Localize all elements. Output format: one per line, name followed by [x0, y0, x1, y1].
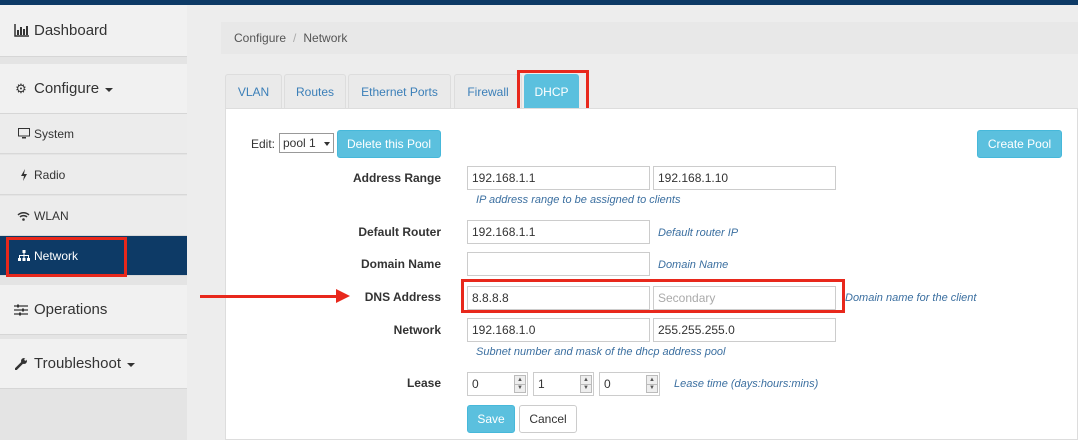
address-range-end-input[interactable]: 192.168.1.10: [653, 166, 836, 190]
bolt-icon: [17, 168, 30, 181]
create-pool-button[interactable]: Create Pool: [977, 130, 1062, 158]
dns-address-help: Domain name for the client: [845, 292, 977, 304]
domain-name-label: Domain Name: [360, 257, 441, 271]
stepper-icon[interactable]: ▲ ▼: [514, 375, 526, 393]
sidebar-label: Operations: [34, 301, 108, 318]
tab-ethernet-ports[interactable]: Ethernet Ports: [348, 74, 451, 108]
lease-label: Lease: [406, 376, 441, 390]
highlight-box-network: [6, 237, 127, 277]
network-mask-input[interactable]: 255.255.255.0: [653, 318, 836, 342]
sidebar-label: WLAN: [34, 208, 69, 223]
sidebar-label: Dashboard: [34, 22, 108, 39]
delete-pool-button[interactable]: Delete this Pool: [337, 130, 441, 158]
sidebar-label: Troubleshoot: [34, 355, 121, 372]
default-router-label: Default Router: [358, 225, 441, 239]
sliders-icon: [13, 302, 29, 318]
lease-days-input[interactable]: 0 ▲ ▼: [467, 372, 528, 396]
lease-mins-value: 0: [604, 377, 611, 391]
caret-down-icon: [105, 87, 114, 92]
stepper-icon[interactable]: ▲ ▼: [646, 375, 658, 393]
tab-firewall[interactable]: Firewall: [454, 74, 522, 108]
breadcrumb-item-configure[interactable]: Configure: [234, 31, 286, 45]
default-router-input[interactable]: 192.168.1.1: [467, 220, 650, 244]
breadcrumb: Configure / Network: [221, 22, 1078, 54]
default-router-help: Default router IP: [658, 227, 739, 239]
sidebar-label: System: [34, 126, 75, 141]
breadcrumb-item-network: Network: [303, 31, 348, 45]
address-range-start-input[interactable]: 192.168.1.1: [467, 166, 650, 190]
stepper-icon[interactable]: ▲ ▼: [580, 375, 592, 393]
highlight-box-dhcp-tab: [517, 70, 589, 112]
lease-hours-input[interactable]: 1 ▲ ▼: [533, 372, 594, 396]
lease-days-value: 0: [472, 377, 479, 391]
pool-select[interactable]: pool 1: [279, 133, 334, 153]
breadcrumb-separator: /: [293, 31, 297, 45]
caret-down-icon: [127, 362, 135, 367]
monitor-icon: [17, 127, 30, 140]
sidebar-item-dashboard[interactable]: Dashboard: [0, 5, 187, 57]
wrench-icon: [13, 356, 29, 372]
annotation-arrow-head-icon: [336, 289, 350, 303]
bar-chart-icon: [13, 23, 29, 39]
tab-routes[interactable]: Routes: [284, 74, 346, 108]
gear-icon: ⚙: [15, 80, 27, 96]
network-help: Subnet number and mask of the dhcp addre…: [476, 346, 726, 358]
sidebar-item-wlan[interactable]: WLAN: [0, 196, 187, 236]
highlight-box-dns-address: [461, 279, 845, 313]
sidebar-item-configure[interactable]: ⚙ Configure: [0, 64, 187, 114]
sidebar-item-radio[interactable]: Radio: [0, 155, 187, 195]
sidebar-label: Radio: [34, 167, 66, 182]
address-range-help: IP address range to be assigned to clien…: [476, 194, 681, 206]
save-button[interactable]: Save: [467, 405, 515, 433]
sidebar-item-operations[interactable]: Operations: [0, 285, 187, 335]
lease-help: Lease time (days:hours:mins): [674, 378, 819, 390]
domain-name-input[interactable]: [467, 252, 650, 276]
address-range-label: Address Range: [352, 171, 441, 185]
network-subnet-input[interactable]: 192.168.1.0: [467, 318, 650, 342]
network-label: Network: [393, 323, 441, 337]
sidebar: Dashboard ⚙ Configure System Radio WLAN …: [0, 5, 187, 440]
cancel-button[interactable]: Cancel: [519, 405, 577, 433]
domain-name-help: Domain Name: [658, 259, 729, 271]
tab-vlan[interactable]: VLAN: [225, 74, 282, 108]
pool-select-value: pool 1: [283, 136, 316, 150]
edit-label: Edit:: [251, 137, 276, 151]
lease-mins-input[interactable]: 0 ▲ ▼: [599, 372, 660, 396]
sidebar-item-system[interactable]: System: [0, 114, 187, 154]
lease-hours-value: 1: [538, 377, 545, 391]
dropdown-arrow-icon: [324, 142, 330, 146]
annotation-arrow-line: [200, 295, 338, 298]
sidebar-label: Configure: [34, 80, 100, 97]
wifi-icon: [17, 209, 30, 222]
sidebar-item-troubleshoot[interactable]: Troubleshoot: [0, 339, 187, 389]
